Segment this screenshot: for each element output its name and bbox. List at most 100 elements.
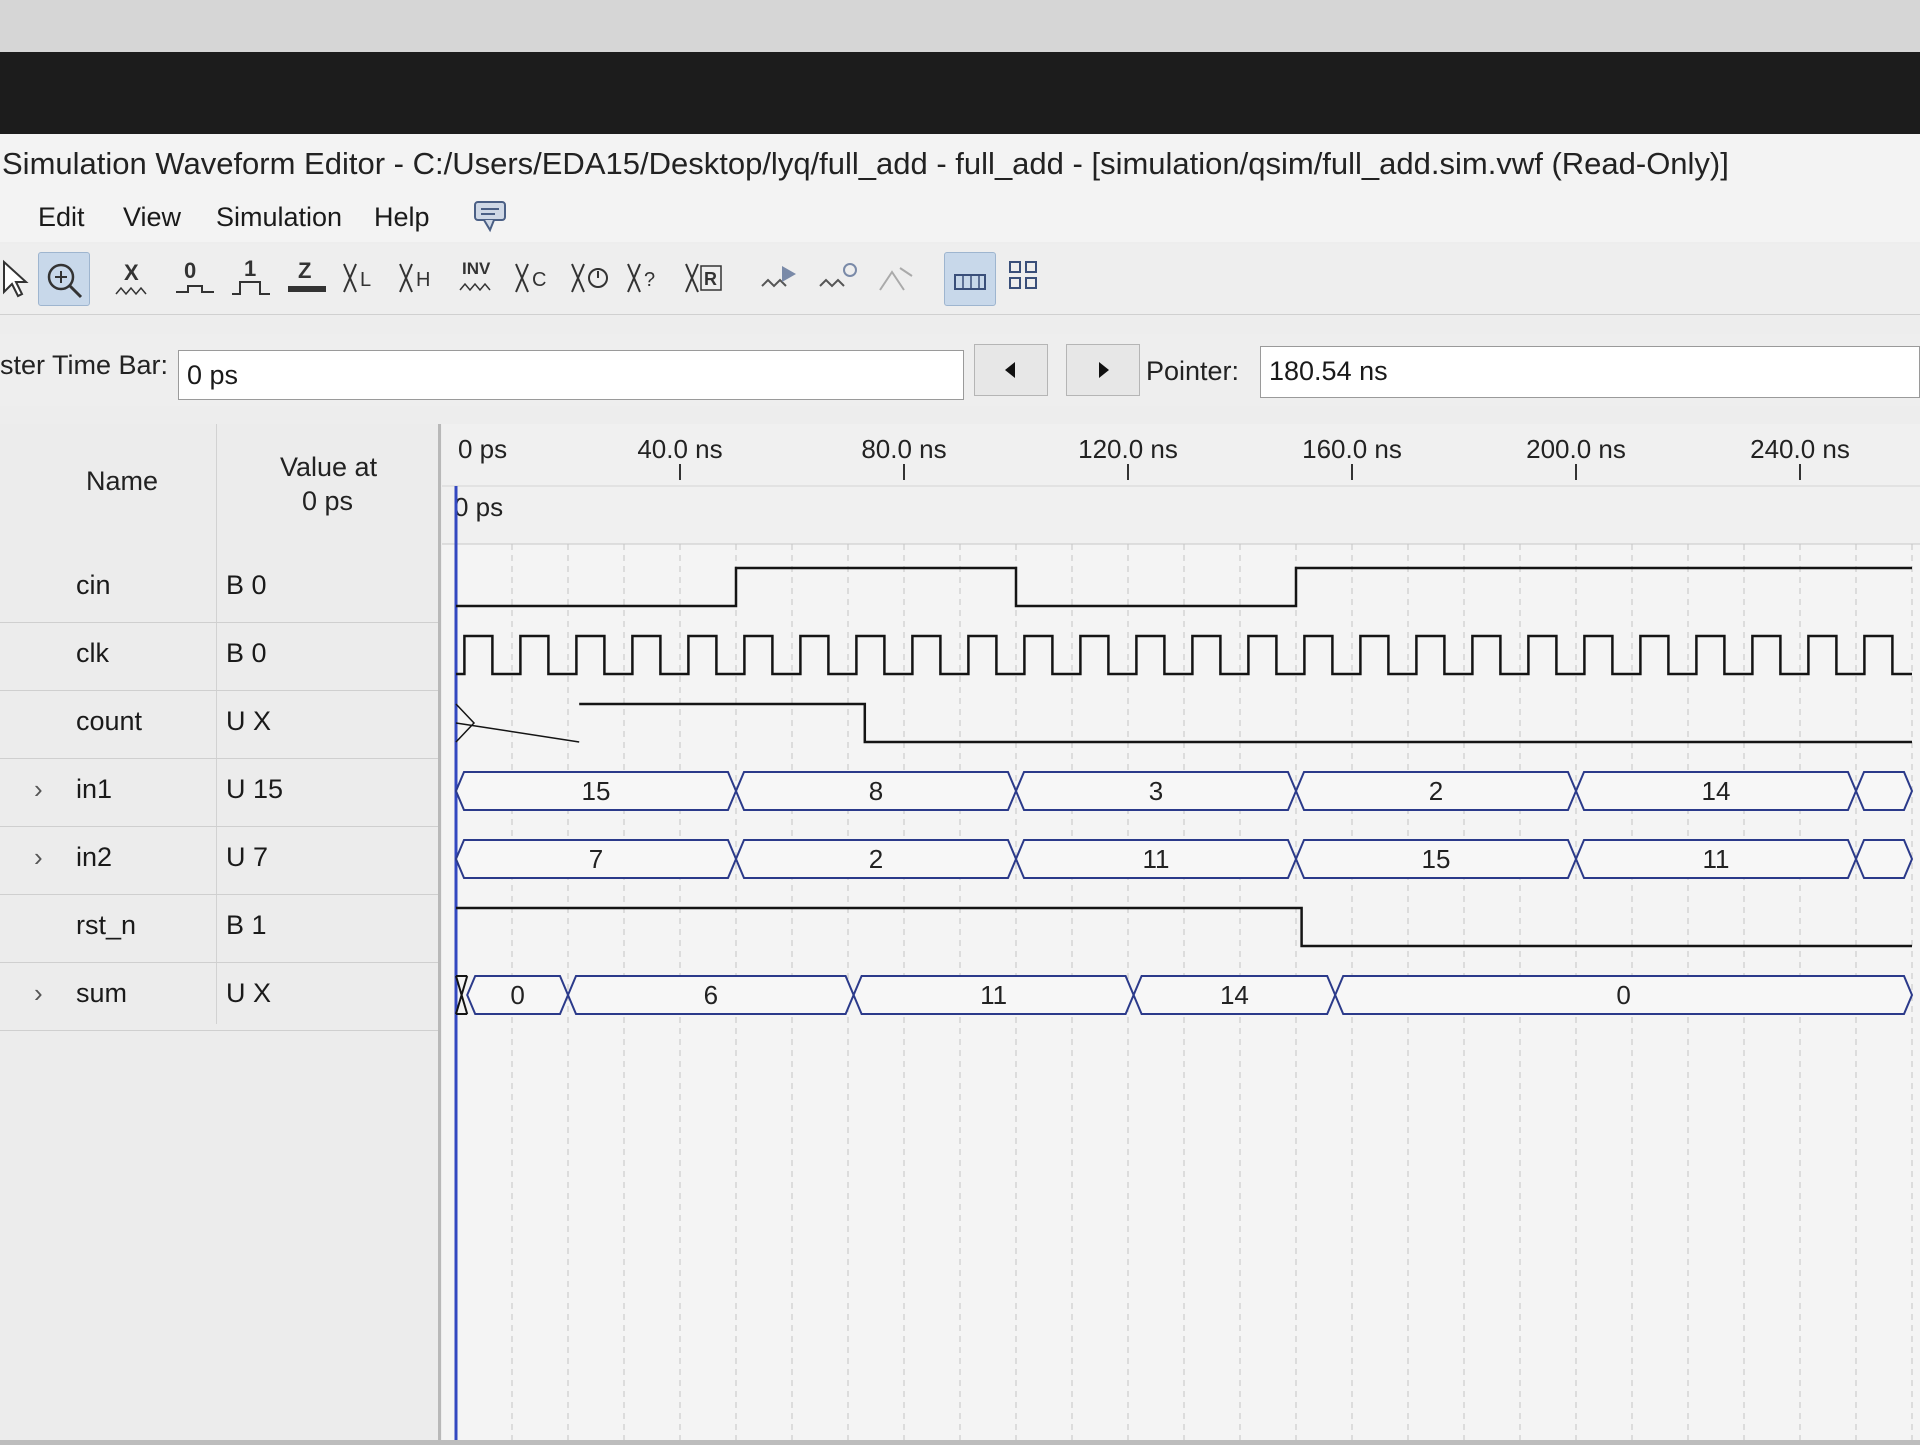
signal-row[interactable]: › in2 U 7 xyxy=(0,826,438,895)
count-unknown-segment xyxy=(455,703,580,743)
svg-text:?: ? xyxy=(644,269,655,291)
signal-row[interactable]: › sum U X xyxy=(0,962,438,1031)
menu-view[interactable]: View xyxy=(123,202,181,233)
sum-bus-value: 14 xyxy=(1220,980,1249,1010)
sum-bus-value: 11 xyxy=(980,980,1007,1010)
ruler-tick-label: 120.0 ns xyxy=(1078,434,1178,464)
signal-name: in2 xyxy=(76,842,113,872)
in1-bus-value: 3 xyxy=(1149,776,1163,806)
in2-bus-value: 11 xyxy=(1143,844,1170,874)
signal-name: sum xyxy=(76,978,128,1008)
ruler-tick-label: 200.0 ns xyxy=(1526,434,1626,464)
signal-name: count xyxy=(76,706,143,736)
signal-row[interactable]: cin B 0 xyxy=(0,554,438,623)
svg-text:1: 1 xyxy=(244,256,256,281)
in2-bus-value: 7 xyxy=(589,844,603,874)
signal-value: U X xyxy=(226,978,272,1008)
signal-value: U 15 xyxy=(226,774,284,804)
signal-value: B 0 xyxy=(226,638,267,668)
svg-text:Z: Z xyxy=(298,258,311,283)
svg-text:L: L xyxy=(360,269,371,291)
pointer-label: Pointer: xyxy=(1146,356,1240,386)
random-value-icon[interactable]: R xyxy=(682,252,732,304)
svg-text:X: X xyxy=(124,260,139,285)
selection-pointer-icon[interactable] xyxy=(0,252,36,304)
svg-text:INV: INV xyxy=(462,259,491,278)
signal-value: B 1 xyxy=(226,910,267,940)
previous-transition-button[interactable] xyxy=(974,344,1048,396)
ruler-tick-label: 160.0 ns xyxy=(1302,434,1402,464)
menu-help[interactable]: Help xyxy=(374,202,430,233)
signal-name: rst_n xyxy=(76,910,137,940)
monitor-top-edge xyxy=(0,0,1920,52)
master-time-bar-field[interactable]: 0 ps xyxy=(178,350,964,400)
svg-text:R: R xyxy=(704,269,717,289)
forcing-high-icon[interactable]: 1 xyxy=(226,252,276,304)
grid-settings-icon[interactable] xyxy=(1002,252,1052,304)
weak-high-icon[interactable]: H xyxy=(396,252,446,304)
signal-value: U 7 xyxy=(226,842,269,872)
toolbar: X 0 1 Z L H INV C ? R xyxy=(0,244,1920,315)
signal-name: cin xyxy=(76,570,111,600)
forcing-low-icon[interactable]: 0 xyxy=(170,252,220,304)
expand-chevron-icon[interactable]: › xyxy=(34,774,43,805)
pointer-field[interactable]: 180.54 ns xyxy=(1260,346,1920,398)
value-column-header: Value at xyxy=(280,452,378,482)
waveform-canvas[interactable]: 0 ps 40.0 ns 80.0 ns 120.0 ns 160.0 ns 200.0 … xyxy=(442,424,1920,1440)
in1-bus-value: 15 xyxy=(582,776,611,806)
signal-value: B 0 xyxy=(226,570,267,600)
menu-bar: Edit View Simulation Help xyxy=(0,194,1920,242)
sum-bus-value: 0 xyxy=(510,980,524,1010)
signal-row[interactable]: count U X xyxy=(0,690,438,759)
start-time-label: 0 ps xyxy=(454,492,503,522)
count-value-icon[interactable]: C xyxy=(512,252,562,304)
arbitrary-value-icon[interactable]: ? xyxy=(624,252,674,304)
weak-low-icon[interactable]: L xyxy=(340,252,390,304)
zoom-tool-icon[interactable] xyxy=(38,252,90,306)
master-time-bar-label: ster Time Bar: xyxy=(0,350,169,380)
name-column-header: Name xyxy=(86,466,159,496)
value-column-header-time: 0 ps xyxy=(302,486,354,516)
signal-row[interactable]: clk B 0 xyxy=(0,622,438,691)
in2-bus-segment xyxy=(1854,839,1914,879)
high-impedance-icon[interactable]: Z xyxy=(282,252,332,304)
feedback-icon[interactable] xyxy=(472,198,508,241)
run-timing-simulation-icon[interactable] xyxy=(814,252,864,304)
expand-chevron-icon[interactable]: › xyxy=(34,842,43,873)
svg-text:H: H xyxy=(416,269,430,291)
waveform-editor-window: Simulation Waveform Editor - C:/Users/ED… xyxy=(0,134,1920,1440)
in1-bus-value: 2 xyxy=(1429,776,1443,806)
in2-bus-value: 15 xyxy=(1422,844,1451,874)
invert-icon[interactable]: INV xyxy=(454,252,504,304)
svg-text:C: C xyxy=(532,269,546,291)
in1-bus-value: 14 xyxy=(1702,776,1731,806)
run-functional-simulation-icon[interactable] xyxy=(756,252,806,304)
waveform-panel[interactable]: 0 ps 40.0 ns 80.0 ns 120.0 ns 160.0 ns 200.0 … xyxy=(442,424,1920,1440)
menu-edit[interactable]: Edit xyxy=(38,202,85,233)
generate-netlist-icon[interactable] xyxy=(872,252,922,304)
ruler-tick-label: 240.0 ns xyxy=(1750,434,1850,464)
forcing-unknown-icon[interactable]: X xyxy=(110,252,160,304)
in2-bus-value: 11 xyxy=(1703,844,1730,874)
menu-simulation[interactable]: Simulation xyxy=(216,202,342,233)
snap-to-grid-icon[interactable] xyxy=(944,252,996,306)
ruler-tick-label: 40.0 ns xyxy=(637,434,722,464)
clock-value-icon[interactable] xyxy=(568,252,618,304)
expand-chevron-icon[interactable]: › xyxy=(34,978,43,1009)
monitor-bezel xyxy=(0,52,1920,134)
sum-bus-value: 0 xyxy=(1616,980,1630,1010)
ruler-tick-label: 0 ps xyxy=(458,434,507,464)
svg-text:0: 0 xyxy=(184,258,196,283)
signal-name: in1 xyxy=(76,774,113,804)
signal-value: U X xyxy=(226,706,272,736)
signal-name-panel: Name Value at 0 ps cin B 0 clk B 0 count U X ›… xyxy=(0,424,441,1440)
count-waveform xyxy=(579,702,1912,744)
sum-unknown-segment xyxy=(455,975,469,1015)
signal-row[interactable]: rst_n B 1 xyxy=(0,894,438,963)
signal-row[interactable]: › in1 U 15 xyxy=(0,758,438,827)
signal-name: clk xyxy=(76,638,109,668)
next-transition-button[interactable] xyxy=(1066,344,1140,396)
window-title: Simulation Waveform Editor - C:/Users/ED… xyxy=(0,134,1920,194)
sum-bus-value: 6 xyxy=(704,980,718,1010)
in1-bus-segment xyxy=(1854,771,1914,811)
